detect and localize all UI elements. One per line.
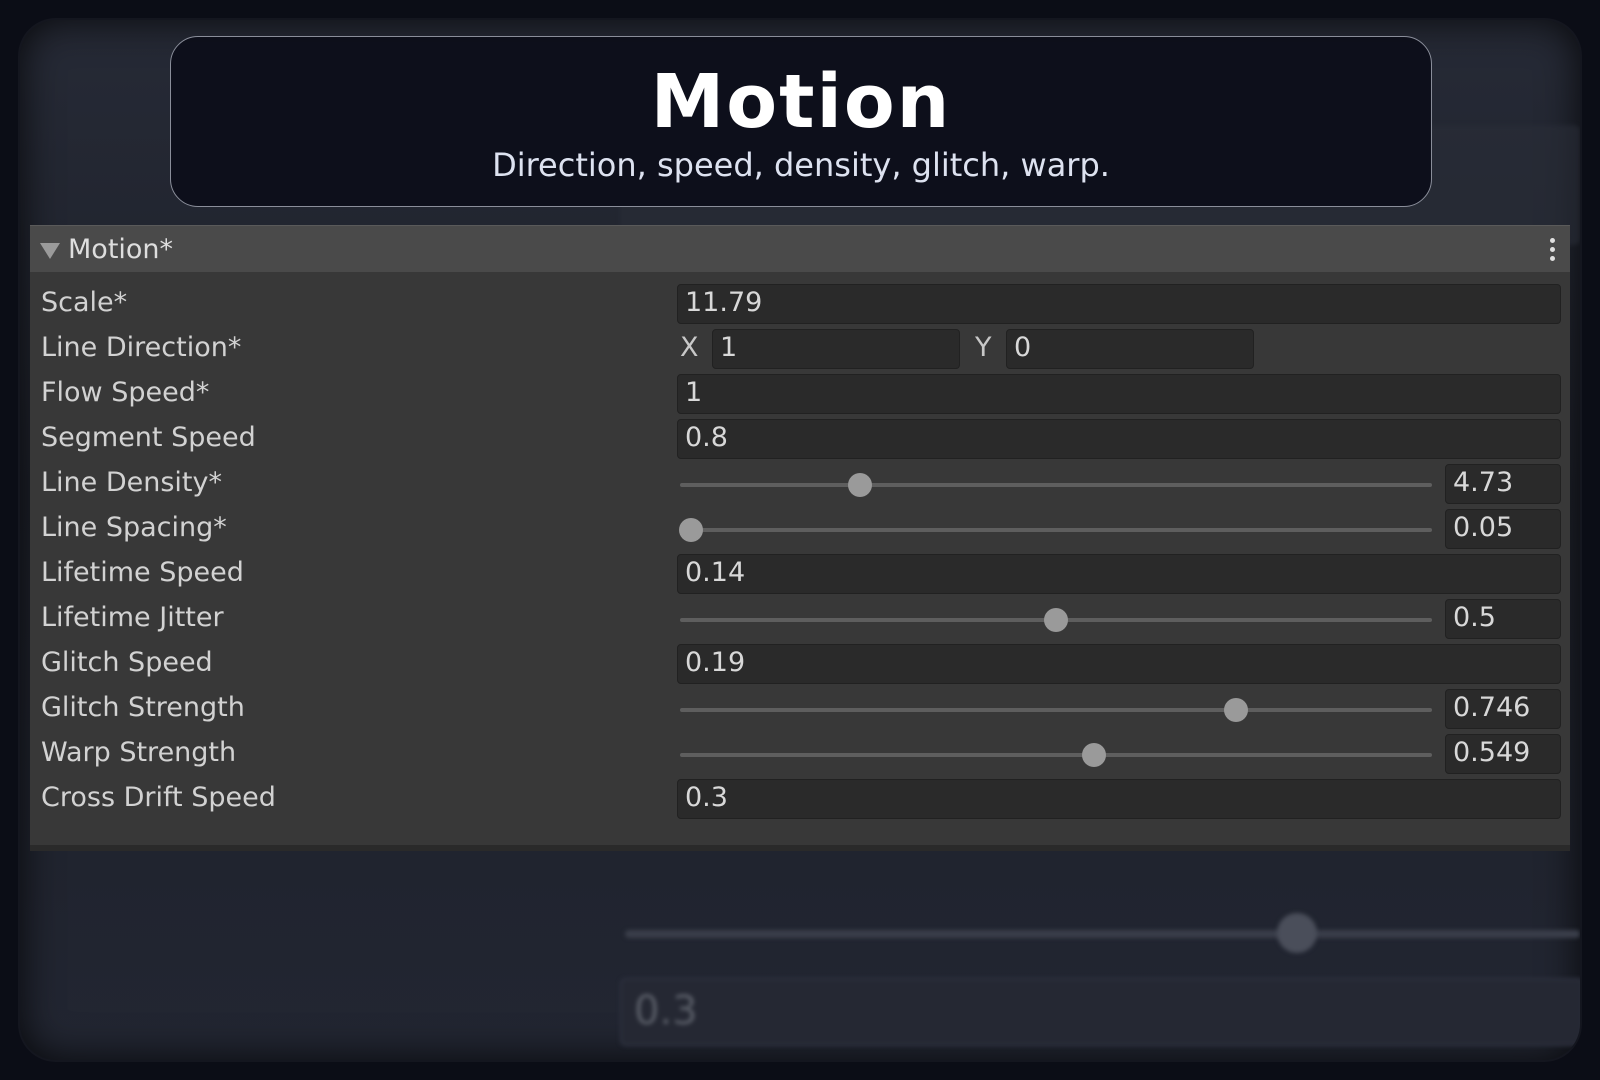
row-line-spacing: Line Spacing* 0.05	[30, 505, 1570, 551]
inspector-panel: Motion* Scale* 11.79 Line Direction* X 1…	[30, 225, 1570, 851]
line-spacing-slider-track[interactable]	[680, 528, 1432, 532]
row-lifetime-speed: Lifetime Speed 0.14	[30, 550, 1570, 596]
lifetime-jitter-slider-thumb[interactable]	[1044, 608, 1068, 632]
warp-strength-field[interactable]: 0.549	[1445, 734, 1561, 774]
glitch-strength-slider-thumb[interactable]	[1224, 698, 1249, 722]
label-lifetime-jitter: Lifetime Jitter	[41, 602, 224, 633]
page-title: Motion	[650, 59, 952, 145]
row-cross-drift-speed: Cross Drift Speed 0.3	[30, 775, 1570, 821]
segment-speed-field[interactable]: 0.8	[677, 419, 1561, 459]
label-cross-drift-speed: Cross Drift Speed	[41, 782, 276, 813]
line-spacing-slider-thumb[interactable]	[679, 518, 704, 542]
line-spacing-field[interactable]: 0.05	[1445, 509, 1561, 549]
label-line-density: Line Density*	[41, 467, 222, 498]
line-density-field[interactable]: 4.73	[1445, 464, 1561, 504]
label-warp-strength: Warp Strength	[41, 737, 237, 768]
header-card: Motion Direction, speed, density, glitch…	[170, 36, 1432, 207]
background-ghost-slider-thumb	[1277, 913, 1317, 953]
row-flow-speed: Flow Speed* 1	[30, 370, 1570, 416]
label-flow-speed: Flow Speed*	[41, 377, 210, 408]
triangle-down-icon[interactable]	[40, 243, 60, 259]
background-ghost-field-value: 0.3	[634, 988, 698, 1034]
row-lifetime-jitter: Lifetime Jitter 0.5	[30, 595, 1570, 641]
row-scale: Scale* 11.79	[30, 280, 1570, 326]
glitch-strength-slider-track[interactable]	[680, 708, 1432, 712]
background-ghost-field: 0.3	[620, 978, 1580, 1046]
row-glitch-speed: Glitch Speed 0.19	[30, 640, 1570, 686]
line-direction-y-field[interactable]: 0	[1006, 329, 1254, 369]
label-lifetime-speed: Lifetime Speed	[41, 557, 244, 588]
row-line-direction: Line Direction* X 1 Y 0	[30, 325, 1570, 371]
label-scale: Scale*	[41, 287, 128, 318]
lifetime-jitter-field[interactable]: 0.5	[1445, 599, 1561, 639]
row-line-density: Line Density* 4.73	[30, 460, 1570, 506]
scale-field[interactable]: 11.79	[677, 284, 1561, 324]
background-ghost-slider-track	[625, 930, 1580, 938]
label-glitch-strength: Glitch Strength	[41, 692, 245, 723]
y-axis-label: Y	[975, 332, 992, 363]
label-glitch-speed: Glitch Speed	[41, 647, 213, 678]
section-header-motion[interactable]: Motion*	[30, 225, 1570, 272]
glitch-strength-field[interactable]: 0.746	[1445, 689, 1561, 729]
row-warp-strength: Warp Strength 0.549	[30, 730, 1570, 776]
x-axis-label: X	[680, 332, 699, 363]
glitch-speed-field[interactable]: 0.19	[677, 644, 1561, 684]
cross-drift-speed-field[interactable]: 0.3	[677, 779, 1561, 819]
flow-speed-field[interactable]: 1	[677, 374, 1561, 414]
row-segment-speed: Segment Speed 0.8	[30, 415, 1570, 461]
warp-strength-slider-thumb[interactable]	[1081, 743, 1106, 767]
line-direction-x-field[interactable]: 1	[712, 329, 960, 369]
section-title: Motion*	[68, 234, 174, 265]
lifetime-speed-field[interactable]: 0.14	[677, 554, 1561, 594]
line-density-slider-track[interactable]	[680, 483, 1432, 487]
line-density-slider-thumb[interactable]	[848, 473, 873, 497]
label-segment-speed: Segment Speed	[41, 422, 256, 453]
kebab-menu-icon[interactable]	[1550, 238, 1556, 262]
label-line-direction: Line Direction*	[41, 332, 242, 363]
row-glitch-strength: Glitch Strength 0.746	[30, 685, 1570, 731]
warp-strength-slider-track[interactable]	[680, 753, 1432, 757]
page-subtitle: Direction, speed, density, glitch, warp.	[492, 146, 1110, 184]
label-line-spacing: Line Spacing*	[41, 512, 227, 543]
